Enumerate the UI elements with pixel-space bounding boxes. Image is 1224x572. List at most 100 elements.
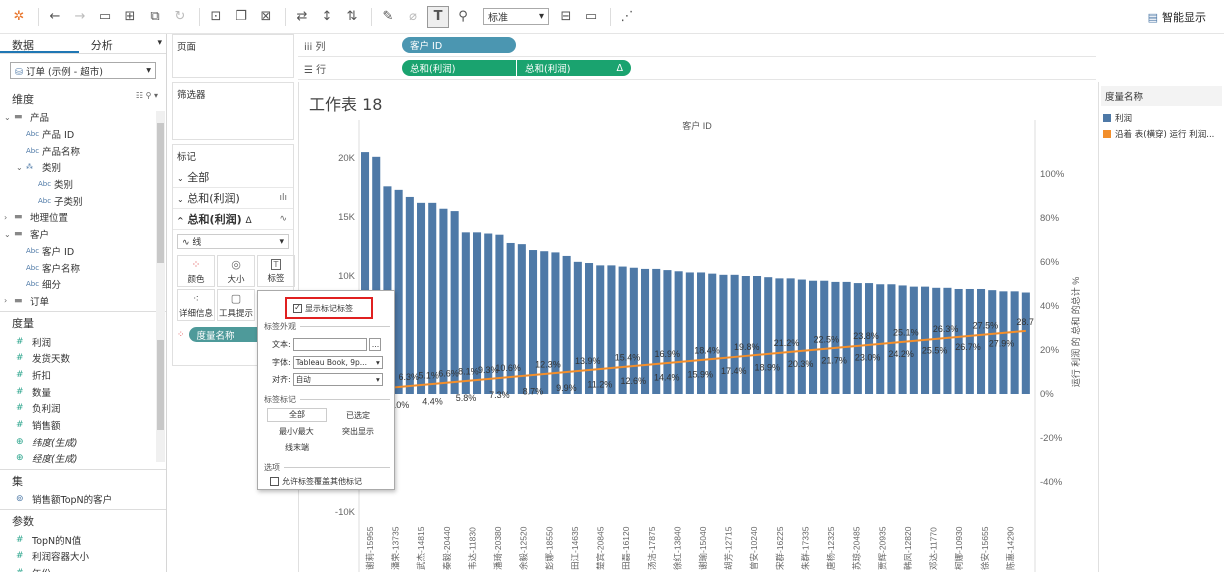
- size-button[interactable]: ◎ 大小: [217, 255, 255, 287]
- marks-row-profit[interactable]: ⌄ 总和(利润) ılı: [173, 188, 293, 209]
- save-icon[interactable]: ▭: [94, 6, 116, 28]
- parameter-item[interactable]: # TopN的N值: [0, 531, 166, 548]
- option-minmax[interactable]: 最小/最大: [279, 426, 314, 437]
- expand-arrow-icon[interactable]: ⌄: [4, 113, 14, 122]
- measure-item[interactable]: # 数量: [0, 383, 166, 400]
- legend-label: 沿着 表(横穿) 运行 利润...: [1115, 130, 1215, 140]
- dimension-item[interactable]: › ▬ 地理位置: [0, 209, 166, 226]
- share-icon[interactable]: ⋰: [616, 6, 638, 28]
- new-datasource-icon[interactable]: ⊞: [119, 6, 141, 28]
- new-worksheet-icon[interactable]: ⊡: [205, 6, 227, 28]
- label-label: 标签: [267, 273, 285, 284]
- measure-item[interactable]: ⊕ 经度(生成): [0, 450, 166, 467]
- bar: [1021, 292, 1030, 394]
- detail-button[interactable]: ⁖ 详细信息: [177, 289, 215, 321]
- rows-pill-profit[interactable]: 总和(利润): [402, 60, 516, 76]
- refresh-icon[interactable]: ↻: [169, 6, 191, 28]
- measure-item[interactable]: # 发货天数: [0, 350, 166, 367]
- text-input[interactable]: [292, 338, 367, 351]
- measure-item[interactable]: # 销售额: [0, 417, 166, 434]
- columns-pill-customer-id[interactable]: 客户 ID: [402, 37, 516, 53]
- expand-arrow-icon[interactable]: ⌄: [16, 163, 26, 172]
- size-label: 大小: [227, 274, 245, 285]
- presentation-icon[interactable]: ▭: [580, 6, 602, 28]
- allow-overlap-row[interactable]: 允许标签覆盖其他标记: [270, 476, 362, 487]
- expand-arrow-icon[interactable]: ›: [4, 213, 14, 222]
- measure-item[interactable]: # 负利润: [0, 400, 166, 417]
- bar: [887, 284, 896, 394]
- dimension-item[interactable]: Abc 类别: [0, 176, 166, 193]
- group-icon[interactable]: ⌀: [402, 6, 424, 28]
- parameter-item[interactable]: # 利润容器大小: [0, 548, 166, 565]
- datasource-select[interactable]: ⛁ 订单 (示例 - 超市) ▾: [10, 62, 156, 79]
- pane-menu-icon[interactable]: ▾: [157, 34, 166, 53]
- measure-item[interactable]: ⊕ 纬度(生成): [0, 433, 166, 450]
- label-button[interactable]: T 标签: [257, 255, 295, 287]
- color-icon: ⁘: [191, 257, 201, 271]
- view-options-icon[interactable]: ☷ ⚲ ▾: [136, 91, 158, 107]
- marks-row-profit-running[interactable]: ^ 总和(利润) Δ ∿: [173, 209, 293, 230]
- option-highlight[interactable]: 突出显示: [342, 426, 374, 437]
- measures-scrollbar[interactable]: [156, 330, 165, 462]
- dimension-item[interactable]: ⌄ ▬ 客户: [0, 226, 166, 243]
- dimension-item[interactable]: Abc 客户 ID: [0, 243, 166, 260]
- legend-item-profit[interactable]: 利润: [1099, 110, 1224, 126]
- sort-ascending-icon[interactable]: ↕: [316, 6, 338, 28]
- tab-data[interactable]: 数据: [0, 34, 79, 53]
- expand-arrow-icon[interactable]: ⌄: [4, 230, 14, 239]
- parameter-item[interactable]: #年份: [0, 565, 166, 572]
- swap-axes-icon[interactable]: ⇄: [291, 6, 313, 28]
- option-selected[interactable]: 已选定: [346, 410, 370, 421]
- scroll-thumb[interactable]: [157, 123, 164, 263]
- duplicate-sheet-icon[interactable]: ❐: [230, 6, 252, 28]
- option-minmax-label: 最小/最大: [279, 427, 314, 436]
- dimension-item[interactable]: Abc 产品名称: [0, 142, 166, 159]
- fix-axes-icon[interactable]: ⚲: [452, 6, 474, 28]
- checkbox-unchecked-icon[interactable]: [270, 477, 279, 486]
- dimension-item[interactable]: Abc 细分: [0, 276, 166, 293]
- expand-arrow-icon[interactable]: ›: [4, 296, 14, 305]
- text-more-button[interactable]: …: [368, 338, 381, 351]
- redo-icon[interactable]: →: [69, 6, 91, 28]
- chevron-down-icon: ⌄: [177, 174, 184, 183]
- set-item[interactable]: ⊚ 销售额TopN的客户: [0, 491, 166, 508]
- font-select[interactable]: Tableau Book, 9p... ▾: [292, 356, 383, 369]
- marks-row-all[interactable]: ⌄ 全部: [173, 167, 293, 188]
- dimension-item[interactable]: Abc 产品 ID: [0, 126, 166, 143]
- measure-item[interactable]: # 折扣: [0, 367, 166, 384]
- align-select[interactable]: 自动 ▾: [292, 373, 383, 386]
- dimension-item[interactable]: ⌄ ⁂ 类别: [0, 159, 166, 176]
- tableau-logo-icon[interactable]: ✲: [8, 6, 30, 28]
- show-labels-checkbox[interactable]: ✓ 显示标记标签: [285, 297, 373, 319]
- left-axis-tick-label: 15K: [338, 212, 356, 223]
- dimensions-scrollbar[interactable]: [156, 111, 165, 335]
- dimension-item[interactable]: ⌄ ▬ 产品: [0, 109, 166, 126]
- dimension-item[interactable]: › ▬ 订单: [0, 293, 166, 310]
- marks-title: 标记: [177, 152, 197, 163]
- sort-descending-icon[interactable]: ⇅: [341, 6, 363, 28]
- bar: [405, 196, 414, 394]
- data-label: 6.3%: [399, 372, 420, 382]
- clear-sheet-icon[interactable]: ⊠: [255, 6, 277, 28]
- show-labels-icon[interactable]: T: [427, 5, 449, 28]
- smart-show-button[interactable]: ▤ 智能显示: [1148, 9, 1206, 25]
- option-all[interactable]: 全部: [267, 408, 327, 422]
- undo-icon[interactable]: ←: [44, 6, 66, 28]
- tooltip-button[interactable]: ▢ 工具提示: [217, 289, 255, 321]
- option-lineend[interactable]: 线末端: [285, 442, 309, 453]
- rows-pill-profit-running[interactable]: 总和(利润) Δ: [517, 60, 631, 76]
- mark-type-select[interactable]: ∿ 线 ▾: [177, 234, 289, 249]
- pause-updates-icon[interactable]: ⧉: [144, 6, 166, 28]
- x-axis-tick-label: 韦达-11830: [467, 527, 477, 570]
- dimension-item[interactable]: Abc 客户名称: [0, 259, 166, 276]
- legend-item-running-pct[interactable]: 沿着 表(横穿) 运行 利润...: [1099, 126, 1224, 142]
- scroll-thumb[interactable]: [157, 340, 164, 430]
- show-cards-icon[interactable]: ⊟: [555, 6, 577, 28]
- measure-item[interactable]: # 利润: [0, 333, 166, 350]
- tab-analytics[interactable]: 分析: [79, 34, 158, 53]
- fit-select[interactable]: 标准 ▾: [483, 8, 549, 25]
- highlight-icon[interactable]: ✎: [377, 6, 399, 28]
- x-axis-tick-label: 贾辉-20935: [877, 526, 887, 570]
- dimension-item[interactable]: Abc 子类别: [0, 192, 166, 209]
- color-button[interactable]: ⁘ 颜色: [177, 255, 215, 287]
